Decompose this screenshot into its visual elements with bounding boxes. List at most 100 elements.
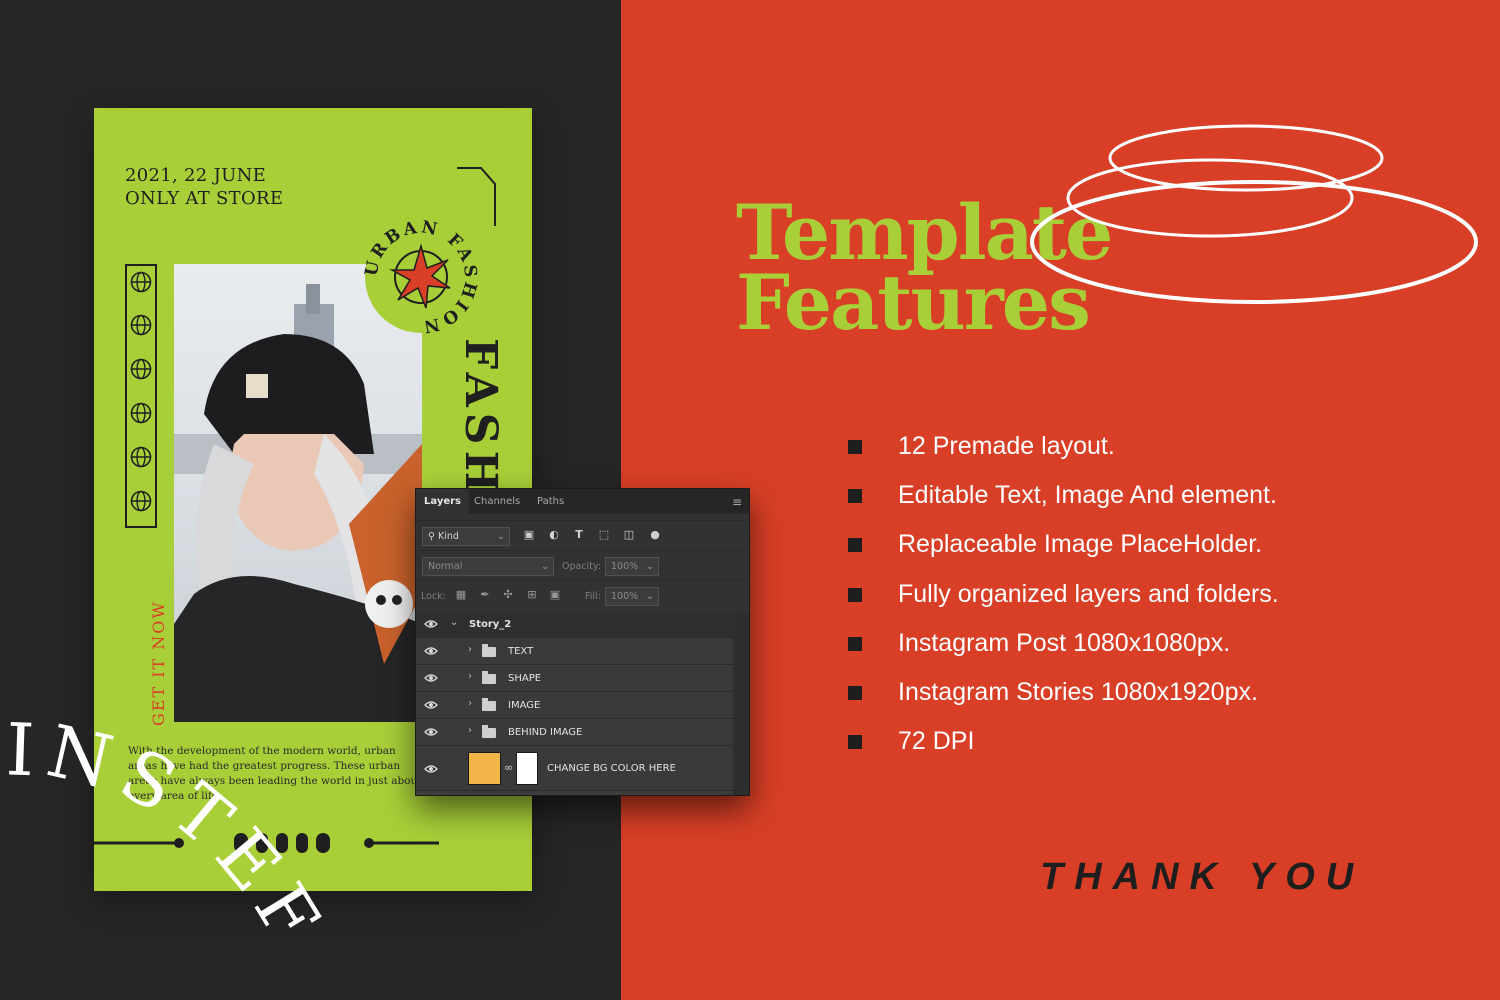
shape-filter-icon[interactable]: ⬚ (597, 528, 611, 542)
lock-position-icon[interactable]: ✣ (501, 588, 515, 602)
chevron-down-icon: ⌄ (541, 561, 549, 572)
tab-layers[interactable]: Layers (416, 489, 469, 514)
layer-folder-text[interactable]: › TEXT (416, 639, 733, 665)
layer-name: TEXT (508, 646, 534, 657)
opacity-label: Opacity: (562, 561, 602, 572)
layers-panel-tabs: Layers Channels Paths ≡ (416, 489, 749, 514)
tab-channels[interactable]: Channels (474, 489, 520, 514)
chevron-right-icon[interactable]: › (468, 644, 472, 655)
lock-row: Lock: ▦ ✒ ✣ ⊞ ▣ Fill: 100% ⌄ (416, 580, 749, 610)
chevron-right-icon[interactable]: › (468, 698, 472, 709)
layer-mask-thumbnail (516, 752, 538, 785)
features-list: 12 Premade layout. Editable Text, Image … (846, 428, 1279, 772)
lock-label: Lock: (421, 591, 446, 602)
story-date-line2: ONLY AT STORE (125, 188, 284, 209)
lock-artboard-icon[interactable]: ⊞ (525, 588, 539, 602)
feature-item: Editable Text, Image And element. (846, 477, 1279, 526)
chevron-down-icon[interactable]: ⌄ (450, 617, 458, 628)
eye-icon[interactable] (424, 700, 438, 710)
layer-folder-shape[interactable]: › SHAPE (416, 666, 733, 692)
feature-item: Replaceable Image PlaceHolder. (846, 526, 1279, 575)
link-icon[interactable]: ∞ (504, 761, 513, 774)
lock-brush-icon[interactable]: ✒ (478, 588, 492, 602)
type-filter-icon[interactable]: T (572, 528, 586, 542)
square-bullet-icon (848, 587, 862, 602)
feature-item: 72 DPI (846, 723, 1279, 772)
adjustment-filter-icon[interactable]: ◐ (547, 528, 561, 542)
feature-text: 12 Premade layout. (898, 432, 1115, 460)
fill-label: Fill: (585, 591, 601, 602)
square-bullet-icon (848, 440, 862, 454)
feature-text: Fully organized layers and folders. (898, 579, 1279, 608)
chevron-down-icon: ⌄ (646, 591, 654, 602)
thank-you-text: THANK YOU (1040, 856, 1365, 898)
filter-row: ⚲ Kind ⌄ ▣ ◐ T ⬚ ◫ ● (416, 520, 749, 550)
smart-object-filter-icon[interactable]: ◫ (622, 528, 636, 542)
svg-text:INSTEF: INSTEF (5, 707, 341, 964)
globe-icon (130, 402, 152, 424)
blend-row: Normal ⌄ Opacity: 100% ⌄ (416, 550, 749, 580)
layers-list: ⌄ Story_2 › TEXT › SHAPE › IMAGE › BEHIN… (416, 612, 733, 795)
layer-color-thumbnail (468, 752, 501, 785)
feature-text: Replaceable Image PlaceHolder. (898, 530, 1263, 559)
blend-mode-value: Normal (428, 561, 463, 572)
folder-icon (482, 671, 496, 684)
chevron-down-icon: ⌄ (646, 561, 654, 572)
square-bullet-icon (848, 636, 862, 651)
lock-all-icon[interactable]: ▣ (548, 588, 562, 602)
eye-icon[interactable] (424, 646, 438, 656)
story-date-line1: 2021, 22 JUNE (125, 165, 267, 186)
eye-icon[interactable] (424, 673, 438, 683)
search-icon: ⚲ (428, 531, 435, 542)
eye-icon[interactable] (424, 764, 438, 774)
square-bullet-icon (848, 735, 862, 750)
blend-mode-select[interactable]: Normal ⌄ (422, 557, 554, 576)
layer-background-color[interactable]: ∞ CHANGE BG COLOR HERE (416, 747, 733, 791)
chevron-down-icon: ⌄ (497, 531, 505, 542)
square-bullet-icon (848, 685, 862, 700)
feature-text: Instagram Post 1080x1080px. (898, 628, 1231, 657)
panel-menu-icon[interactable]: ≡ (732, 495, 742, 509)
layer-group-story[interactable]: ⌄ Story_2 (416, 612, 733, 638)
layer-name: Story_2 (469, 619, 512, 630)
ring-decoration (1030, 124, 1478, 304)
urban-fashion-badge: URBAN FASHION (361, 217, 477, 336)
layer-folder-image[interactable]: › IMAGE (416, 693, 733, 719)
globe-icon (130, 271, 152, 293)
layer-name: SHAPE (508, 673, 542, 684)
layer-name: BEHIND IMAGE (508, 727, 583, 738)
eye-icon[interactable] (424, 727, 438, 737)
layers-scrollbar[interactable] (733, 612, 749, 795)
opacity-input[interactable]: 100% ⌄ (605, 557, 659, 576)
globe-icon (130, 490, 152, 512)
feature-text: 72 DPI (898, 727, 975, 756)
lock-transparent-icon[interactable]: ▦ (454, 588, 468, 602)
feature-item: Instagram Post 1080x1080px. (846, 625, 1279, 674)
filter-kind-label: Kind (438, 531, 459, 542)
folder-icon (482, 644, 496, 657)
layer-name: IMAGE (508, 700, 541, 711)
feature-item: Instagram Stories 1080x1920px. (846, 674, 1279, 723)
globe-icon (130, 358, 152, 380)
fill-input[interactable]: 100% ⌄ (605, 587, 659, 606)
filter-kind-select[interactable]: ⚲ Kind ⌄ (422, 527, 510, 546)
feature-item: 12 Premade layout. (846, 428, 1279, 477)
feature-text: Editable Text, Image And element. (898, 481, 1277, 510)
folder-icon (482, 698, 496, 711)
pixel-filter-icon[interactable]: ▣ (522, 528, 536, 542)
filter-toggle-icon[interactable]: ● (648, 528, 662, 542)
layer-folder-behind-image[interactable]: › BEHIND IMAGE (416, 720, 733, 746)
square-bullet-icon (848, 489, 862, 504)
feature-item: Fully organized layers and folders. (846, 576, 1279, 625)
story-date: 2021, 22 JUNE ONLY AT STORE (125, 164, 283, 210)
chevron-right-icon[interactable]: › (468, 671, 472, 682)
globe-icon (130, 446, 152, 468)
opacity-value: 100% (611, 561, 639, 572)
tab-paths[interactable]: Paths (537, 489, 564, 514)
globe-icon (130, 314, 152, 336)
feature-text: Instagram Stories 1080x1920px. (898, 677, 1258, 706)
chevron-right-icon[interactable]: › (468, 725, 472, 736)
layers-panel: Layers Channels Paths ≡ ⚲ Kind ⌄ ▣ ◐ T ⬚… (415, 488, 750, 796)
square-bullet-icon (848, 538, 862, 553)
eye-icon[interactable] (424, 619, 438, 629)
